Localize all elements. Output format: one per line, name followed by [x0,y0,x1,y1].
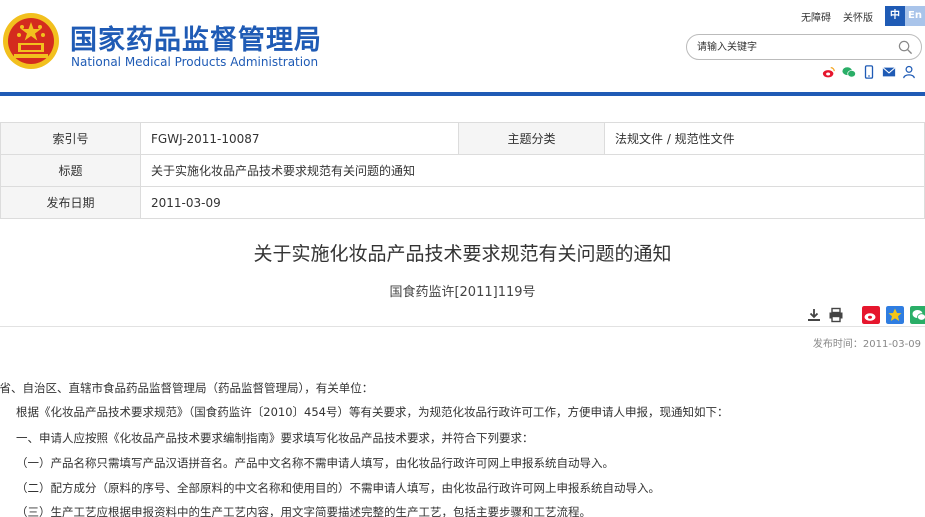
body-paragraph: 一、申请人应按照《化妆品产品技术要求编制指南》要求填写化妆品产品技术要求，并符合… [16,431,534,445]
category-value: 法规文件 / 规范性文件 [604,122,925,155]
lang-cn-button[interactable]: 中 [885,6,905,26]
date-value: 2011-03-09 [140,186,925,219]
mail-icon[interactable] [882,65,896,79]
wechat-icon[interactable] [842,65,856,79]
national-emblem-icon [3,13,59,69]
body-paragraph: （二）配方成分（原料的序号、全部原料的中文名称和使用目的）不需申请人填写，由化妆… [16,481,660,495]
site-header: 国家药品监督管理局 National Medical Products Admi… [0,0,925,92]
document-number: 国食药监许[2011]119号 [389,285,536,300]
body-paragraph: 各省、自治区、直辖市食品药品监督管理局（药品监督管理局），有关单位： [0,381,374,395]
category-label: 主题分类 [458,122,605,155]
info-row-title: 标题 关于实施化妆品产品技术要求规范有关问题的通知 [0,154,925,187]
article-tools [806,306,925,324]
site-title-cn[interactable]: 国家药品监督管理局 [70,18,322,57]
mobile-icon[interactable] [862,65,876,79]
accessibility-link[interactable]: 无障碍 [801,9,831,24]
info-row-index: 索引号 FGWJ-2011-10087 主题分类 法规文件 / 规范性文件 [0,122,925,155]
search-icon[interactable] [898,40,913,55]
share-wechat-icon[interactable] [910,306,925,324]
document-title: 关于实施化妆品产品技术要求规范有关问题的通知 [253,243,672,265]
index-label: 索引号 [0,122,141,155]
care-mode-link[interactable]: 关怀版 [843,9,873,24]
user-icon[interactable] [902,65,916,79]
search-input[interactable] [697,39,887,56]
download-icon[interactable] [806,307,822,323]
lang-en-button[interactable]: En [905,6,925,26]
share-qzone-icon[interactable] [886,306,904,324]
info-row-date: 发布日期 2011-03-09 [0,186,925,219]
top-links: 无障碍 关怀版 中 En [801,6,925,26]
title-label: 标题 [0,154,141,187]
publish-time: 发布时间：2011-03-09 [812,339,921,350]
body-paragraph: （一）产品名称只需填写产品汉语拼音名。产品中文名称不需申请人填写，由化妆品行政许… [16,456,614,470]
print-icon[interactable] [828,307,844,323]
article-divider [0,326,925,327]
weibo-icon[interactable] [822,65,836,79]
index-value: FGWJ-2011-10087 [140,122,459,155]
body-paragraph: （三）生产工艺应根据申报资料中的生产工艺内容，用文字简要描述完整的生产工艺，包括… [16,505,591,517]
document-info-table: 索引号 FGWJ-2011-10087 主题分类 法规文件 / 规范性文件 标题… [0,122,925,219]
search-box [686,34,922,60]
date-label: 发布日期 [0,186,141,219]
header-divider [0,92,925,96]
title-value: 关于实施化妆品产品技术要求规范有关问题的通知 [140,154,925,187]
body-paragraph: 根据《化妆品产品技术要求规范》（国食药监许〔2010〕454号）等有关要求，为规… [16,405,729,419]
share-weibo-icon[interactable] [862,306,880,324]
language-switch: 中 En [885,6,925,26]
social-links [822,65,916,79]
site-title-en[interactable]: National Medical Products Administration [71,55,318,69]
